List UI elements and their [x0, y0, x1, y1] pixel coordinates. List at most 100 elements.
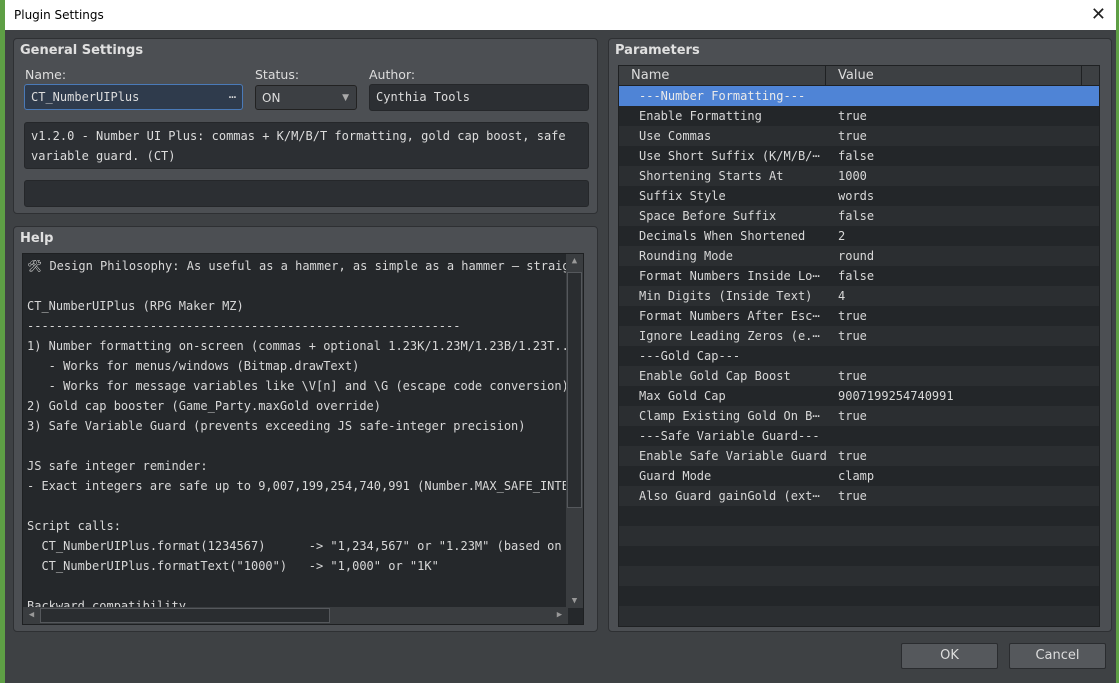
param-value: true	[838, 309, 867, 323]
param-name: Rounding Mode	[639, 249, 733, 263]
param-name: Enable Formatting	[639, 109, 762, 123]
extra-field[interactable]	[24, 180, 589, 207]
param-name: Use Commas	[639, 129, 712, 143]
help-line	[23, 276, 583, 296]
table-row[interactable]: Rounding Mode round	[619, 246, 1099, 266]
table-row[interactable]: ---Gold Cap---	[619, 346, 1099, 366]
description-field[interactable]: v1.2.0 - Number UI Plus: commas + K/M/B/…	[24, 122, 589, 169]
help-line: JS safe integer reminder:	[27, 459, 208, 473]
table-row[interactable]: ---Safe Variable Guard---	[619, 426, 1099, 446]
help-text-area[interactable]: 🛠 Design Philosophy: As useful as a hamm…	[22, 253, 584, 625]
status-value: ON	[262, 91, 281, 105]
ok-button[interactable]: OK	[901, 643, 998, 669]
description-value: v1.2.0 - Number UI Plus: commas + K/M/B/…	[31, 129, 566, 163]
browse-ellipsis-icon[interactable]: ⋯	[229, 85, 236, 109]
parameters-table: Name Value ---Number Formatting--- Enable…	[618, 65, 1100, 627]
scroll-left-icon[interactable]: ◀	[23, 610, 40, 620]
table-row[interactable]: Shortening Starts At 1000	[619, 166, 1099, 186]
param-name: Use Short Suffix (K/M/B/⋯	[639, 149, 820, 163]
param-value: true	[838, 489, 867, 503]
name-field[interactable]: CT_NumberUIPlus ⋯	[24, 84, 243, 110]
param-name: ---Gold Cap---	[639, 349, 741, 363]
param-value: true	[838, 409, 867, 423]
cancel-button[interactable]: Cancel	[1009, 643, 1106, 669]
table-row[interactable]: Max Gold Cap 9007199254740991	[619, 386, 1099, 406]
empty-row	[619, 606, 1099, 626]
param-value: clamp	[838, 469, 875, 483]
param-value: 2	[838, 229, 846, 243]
param-value: true	[838, 129, 867, 143]
param-value: true	[838, 329, 867, 343]
table-row[interactable]: Guard Mode clamp	[619, 466, 1099, 486]
parameters-group: Parameters Name Value ---Number Formatti…	[608, 38, 1112, 632]
help-line: 🛠 Design Philosophy: As useful as a hamm…	[27, 259, 577, 273]
chevron-down-icon: ▼	[342, 93, 349, 103]
help-line: 1) Number formatting on-screen (commas +…	[27, 339, 584, 353]
table-row[interactable]: Enable Gold Cap Boost true	[619, 366, 1099, 386]
scroll-down-icon[interactable]: ▼	[566, 596, 583, 606]
column-header-value[interactable]: Value	[825, 66, 886, 86]
table-row[interactable]: Enable Formatting true	[619, 106, 1099, 126]
param-name: Guard Mode	[639, 469, 712, 483]
scroll-thumb[interactable]	[40, 608, 330, 623]
empty-row	[619, 546, 1099, 566]
empty-row	[619, 506, 1099, 526]
scroll-up-icon[interactable]: ▲	[566, 256, 583, 266]
param-value: true	[838, 109, 867, 123]
close-icon[interactable]: ✕	[1091, 0, 1106, 30]
param-name: Suffix Style	[639, 189, 726, 203]
horizontal-scrollbar[interactable]: ◀ ▶	[23, 607, 568, 624]
table-row[interactable]: Also Guard gainGold (ext⋯ true	[619, 486, 1099, 506]
param-name: Clamp Existing Gold On B⋯	[639, 409, 820, 423]
group-title: General Settings	[20, 43, 144, 58]
author-value: Cynthia Tools	[376, 90, 470, 104]
table-row[interactable]: ---Number Formatting---	[619, 86, 1099, 106]
param-name: Shortening Starts At	[639, 169, 784, 183]
param-value: false	[838, 269, 875, 283]
param-name: Format Numbers Inside Lo⋯	[639, 269, 820, 283]
help-line	[23, 496, 583, 516]
table-row[interactable]: Use Commas true	[619, 126, 1099, 146]
status-label: Status:	[255, 67, 300, 82]
table-row[interactable]: Suffix Style words	[619, 186, 1099, 206]
table-row[interactable]: Min Digits (Inside Text) 4	[619, 286, 1099, 306]
window-title: Plugin Settings	[14, 8, 104, 22]
param-value: words	[838, 189, 875, 203]
param-name: ---Number Formatting---	[639, 89, 806, 103]
help-line	[23, 576, 583, 596]
param-value: 9007199254740991	[838, 389, 954, 403]
help-line: - Exact integers are safe up to 9,007,19…	[27, 479, 584, 493]
scroll-thumb[interactable]	[567, 272, 582, 508]
param-value: false	[838, 209, 875, 223]
param-name: ---Safe Variable Guard---	[639, 429, 820, 443]
table-row[interactable]: Decimals When Shortened 2	[619, 226, 1099, 246]
empty-row	[619, 626, 1099, 627]
param-value: 4	[838, 289, 846, 303]
table-row[interactable]: Format Numbers After Esc⋯ true	[619, 306, 1099, 326]
param-value: 1000	[838, 169, 867, 183]
table-row[interactable]: Format Numbers Inside Lo⋯ false	[619, 266, 1099, 286]
help-line: Script calls:	[27, 519, 121, 533]
help-line	[23, 436, 583, 456]
help-line: 3) Safe Variable Guard (prevents exceedi…	[27, 419, 526, 433]
column-header-name[interactable]: Name	[631, 68, 669, 83]
plugin-settings-dialog: Plugin Settings ✕ General Settings Name:…	[5, 0, 1116, 683]
param-name: Format Numbers After Esc⋯	[639, 309, 820, 323]
help-line: - Works for message variables like \V[n]…	[27, 379, 569, 393]
scroll-right-icon[interactable]: ▶	[551, 610, 568, 620]
table-row[interactable]: Clamp Existing Gold On B⋯ true	[619, 406, 1099, 426]
help-line: - Works for menus/windows (Bitmap.drawTe…	[27, 359, 360, 373]
param-value: false	[838, 149, 875, 163]
author-label: Author:	[369, 67, 416, 82]
table-row[interactable]: Ignore Leading Zeros (e.⋯ true	[619, 326, 1099, 346]
table-row[interactable]: Space Before Suffix false	[619, 206, 1099, 226]
vertical-scrollbar[interactable]: ▲ ▼	[566, 254, 583, 608]
param-name: Enable Safe Variable Guard	[639, 449, 827, 463]
empty-row	[619, 566, 1099, 586]
empty-row	[619, 586, 1099, 606]
help-line: CT_NumberUIPlus.format(1234567) -> "1,23…	[27, 539, 584, 553]
status-select[interactable]: ON ▼	[255, 85, 357, 110]
table-row[interactable]: Use Short Suffix (K/M/B/⋯ false	[619, 146, 1099, 166]
table-row[interactable]: Enable Safe Variable Guard true	[619, 446, 1099, 466]
author-field[interactable]: Cynthia Tools	[369, 84, 589, 111]
